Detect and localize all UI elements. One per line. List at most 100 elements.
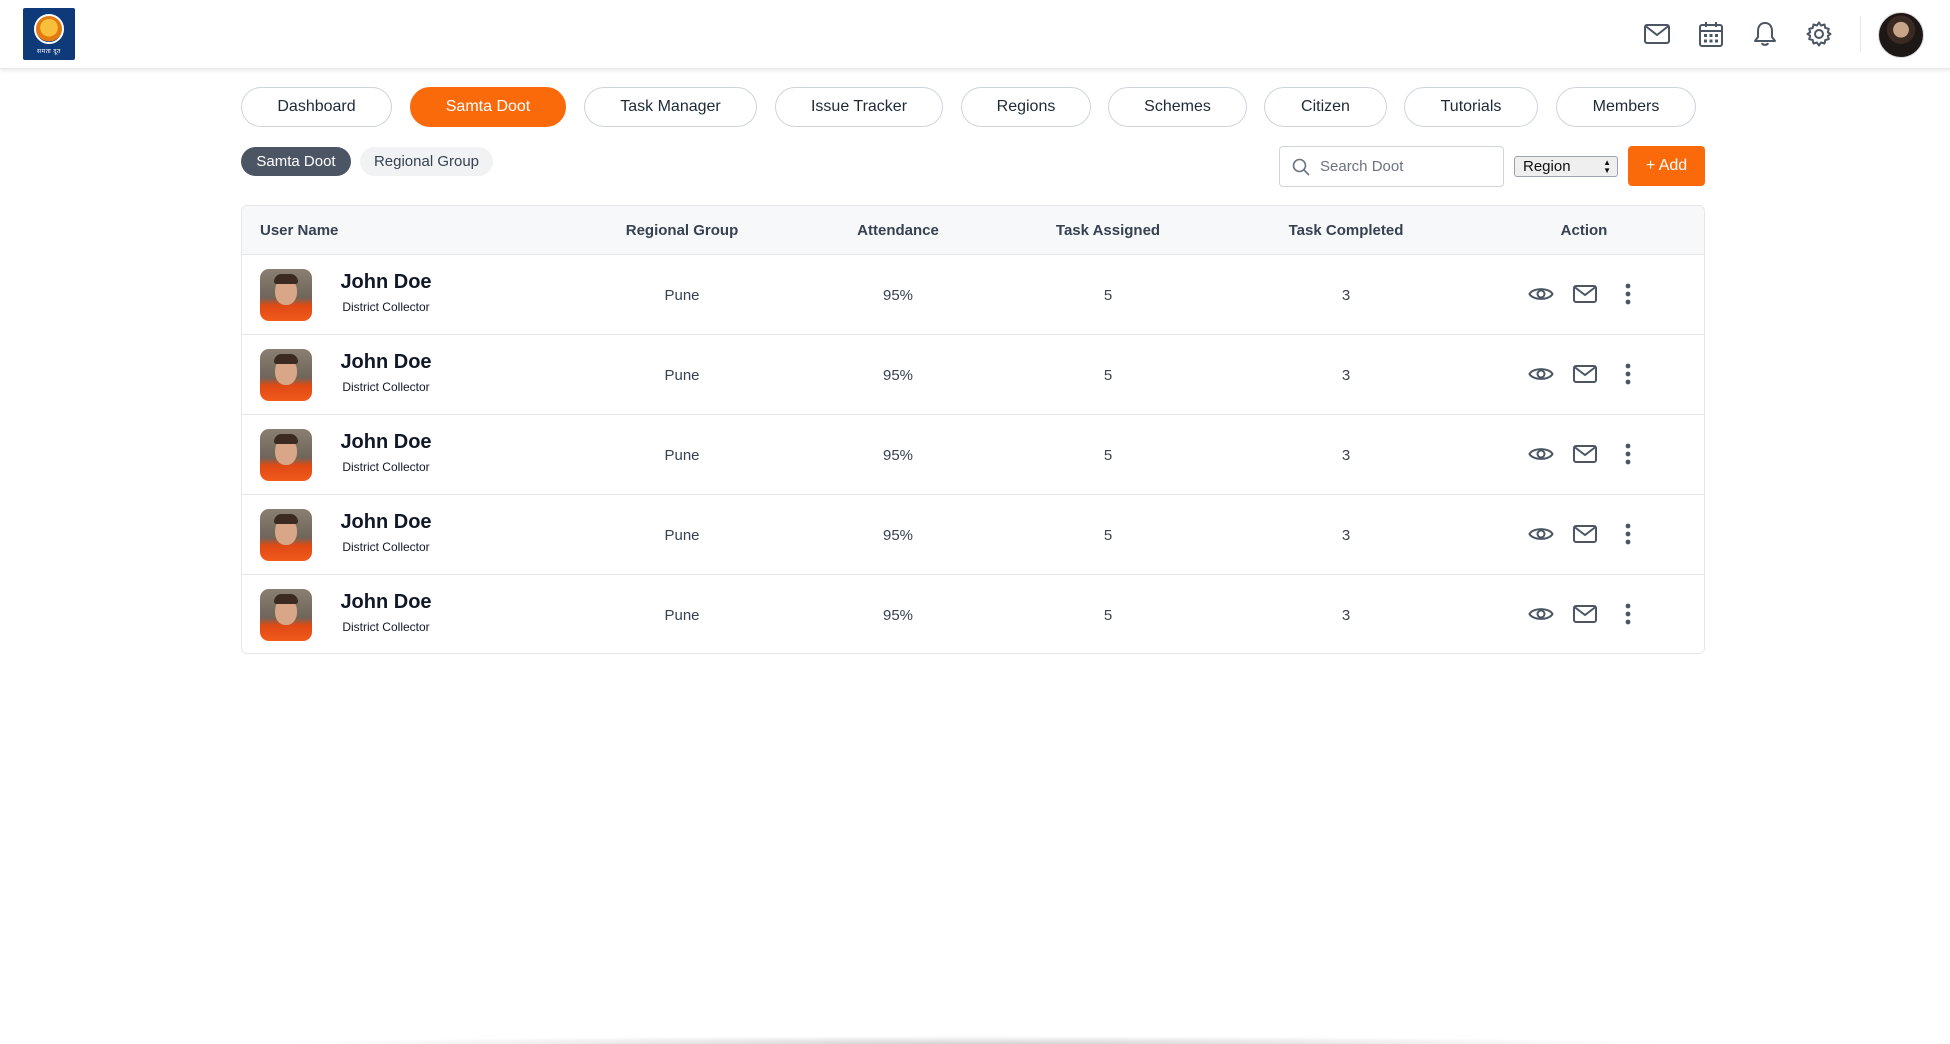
regional-group-cell: Pune	[664, 446, 700, 464]
more-options-icon[interactable]	[1613, 599, 1643, 629]
view-icon[interactable]	[1526, 359, 1556, 389]
attendance-cell: 95%	[882, 526, 914, 544]
view-icon[interactable]	[1526, 439, 1556, 469]
task-completed-cell: 3	[1341, 446, 1351, 464]
attendance-cell: 95%	[882, 606, 914, 624]
regional-group-cell: Pune	[664, 526, 700, 544]
tab-issue-tracker[interactable]: Issue Tracker	[775, 87, 943, 127]
header-divider	[1860, 16, 1861, 52]
tab-task-manager[interactable]: Task Manager	[584, 87, 757, 127]
add-button[interactable]: + Add	[1628, 146, 1705, 186]
tab-label: Regions	[996, 98, 1056, 115]
mail-icon[interactable]	[1570, 359, 1600, 389]
tab-label: Samta Doot	[445, 98, 531, 115]
user-name[interactable]: John Doe	[326, 511, 446, 534]
user-avatar[interactable]	[1878, 12, 1924, 58]
tab-label: Issue Tracker	[810, 98, 908, 115]
subtab-label: Samta Doot	[256, 153, 336, 170]
col-task-completed[interactable]: Task Completed	[1246, 206, 1446, 255]
user-role: District Collector	[342, 540, 430, 554]
task-assigned-cell: 5	[1103, 446, 1113, 464]
regional-group-cell: Pune	[664, 366, 700, 384]
calendar-icon[interactable]	[1696, 19, 1726, 49]
attendance-cell: 95%	[882, 286, 914, 304]
user-name[interactable]: John Doe	[326, 591, 446, 614]
more-options-icon[interactable]	[1613, 359, 1643, 389]
subtab-label: Regional Group	[373, 153, 480, 170]
mail-icon[interactable]	[1570, 519, 1600, 549]
tab-members[interactable]: Members	[1556, 87, 1696, 127]
top-header: समता दूत	[0, 0, 1950, 69]
user-role: District Collector	[342, 620, 430, 634]
col-action: Action	[1560, 222, 1608, 239]
mail-icon[interactable]	[1570, 439, 1600, 469]
regional-group-cell: Pune	[664, 606, 700, 624]
tab-tutorials[interactable]: Tutorials	[1404, 87, 1538, 127]
regional-group-cell: Pune	[664, 286, 700, 304]
tab-label: Dashboard	[277, 98, 356, 115]
table-row: John Doe District Collector Pune 95% 5 3	[242, 575, 1704, 653]
mail-icon[interactable]	[1642, 19, 1672, 49]
more-options-icon[interactable]	[1613, 519, 1643, 549]
subtab-regional-group[interactable]: Regional Group	[360, 147, 493, 176]
search-icon	[1292, 158, 1310, 176]
attendance-cell: 95%	[882, 366, 914, 384]
user-name[interactable]: John Doe	[326, 271, 446, 294]
add-button-label: + Add	[1645, 157, 1688, 174]
gear-icon[interactable]	[1804, 19, 1834, 49]
app-logo[interactable]: समता दूत	[23, 8, 75, 60]
logo-emblem	[34, 13, 64, 44]
tab-regions[interactable]: Regions	[961, 87, 1091, 127]
attendance-cell: 95%	[882, 446, 914, 464]
select-arrows-icon: ▲ ▼	[1603, 158, 1611, 175]
col-user-name[interactable]: User Name	[260, 206, 338, 255]
tab-citizen[interactable]: Citizen	[1264, 87, 1387, 127]
tab-label: Task Manager	[620, 98, 721, 115]
user-name[interactable]: John Doe	[326, 431, 446, 454]
more-options-icon[interactable]	[1613, 279, 1643, 309]
user-name[interactable]: John Doe	[326, 351, 446, 374]
user-avatar[interactable]	[260, 349, 312, 401]
view-icon[interactable]	[1526, 279, 1556, 309]
user-role: District Collector	[342, 380, 430, 394]
task-assigned-cell: 5	[1103, 286, 1113, 304]
search-box[interactable]	[1279, 146, 1504, 187]
view-icon[interactable]	[1526, 599, 1556, 629]
user-role: District Collector	[342, 300, 430, 314]
table-row: John Doe District Collector Pune 95% 5 3	[242, 415, 1704, 495]
table-row: John Doe District Collector Pune 95% 5 3	[242, 495, 1704, 575]
table-row: John Doe District Collector Pune 95% 5 3	[242, 255, 1704, 335]
tab-dashboard[interactable]: Dashboard	[241, 87, 392, 127]
region-select-value: Region	[1523, 158, 1571, 175]
task-completed-cell: 3	[1341, 366, 1351, 384]
tab-label: Members	[1592, 98, 1660, 115]
logo-text: समता दूत	[37, 48, 61, 55]
more-options-icon[interactable]	[1613, 439, 1643, 469]
col-attendance[interactable]: Attendance	[798, 206, 998, 255]
tab-schemes[interactable]: Schemes	[1108, 87, 1247, 127]
tab-samta-doot[interactable]: Samta Doot	[410, 87, 566, 127]
subtab-samta-doot[interactable]: Samta Doot	[241, 147, 351, 176]
task-assigned-cell: 5	[1103, 526, 1113, 544]
task-assigned-cell: 5	[1103, 606, 1113, 624]
view-icon[interactable]	[1526, 519, 1556, 549]
bell-icon[interactable]	[1750, 19, 1780, 49]
mail-icon[interactable]	[1570, 599, 1600, 629]
table-row: John Doe District Collector Pune 95% 5 3	[242, 335, 1704, 415]
user-avatar[interactable]	[260, 429, 312, 481]
mail-icon[interactable]	[1570, 279, 1600, 309]
search-input[interactable]	[1320, 158, 1490, 175]
user-avatar[interactable]	[260, 589, 312, 641]
user-role: District Collector	[342, 460, 430, 474]
col-regional-group[interactable]: Regional Group	[582, 206, 782, 255]
region-select[interactable]: Region ▲ ▼	[1514, 156, 1618, 177]
page-bottom-shadow	[280, 1036, 1670, 1044]
task-completed-cell: 3	[1341, 286, 1351, 304]
task-assigned-cell: 5	[1103, 366, 1113, 384]
doot-table: User Name Regional Group Attendance Task…	[241, 205, 1705, 654]
tab-label: Citizen	[1301, 98, 1350, 115]
user-avatar[interactable]	[260, 269, 312, 321]
col-task-assigned[interactable]: Task Assigned	[1008, 206, 1208, 255]
user-avatar[interactable]	[260, 509, 312, 561]
tab-label: Tutorials	[1440, 98, 1502, 115]
